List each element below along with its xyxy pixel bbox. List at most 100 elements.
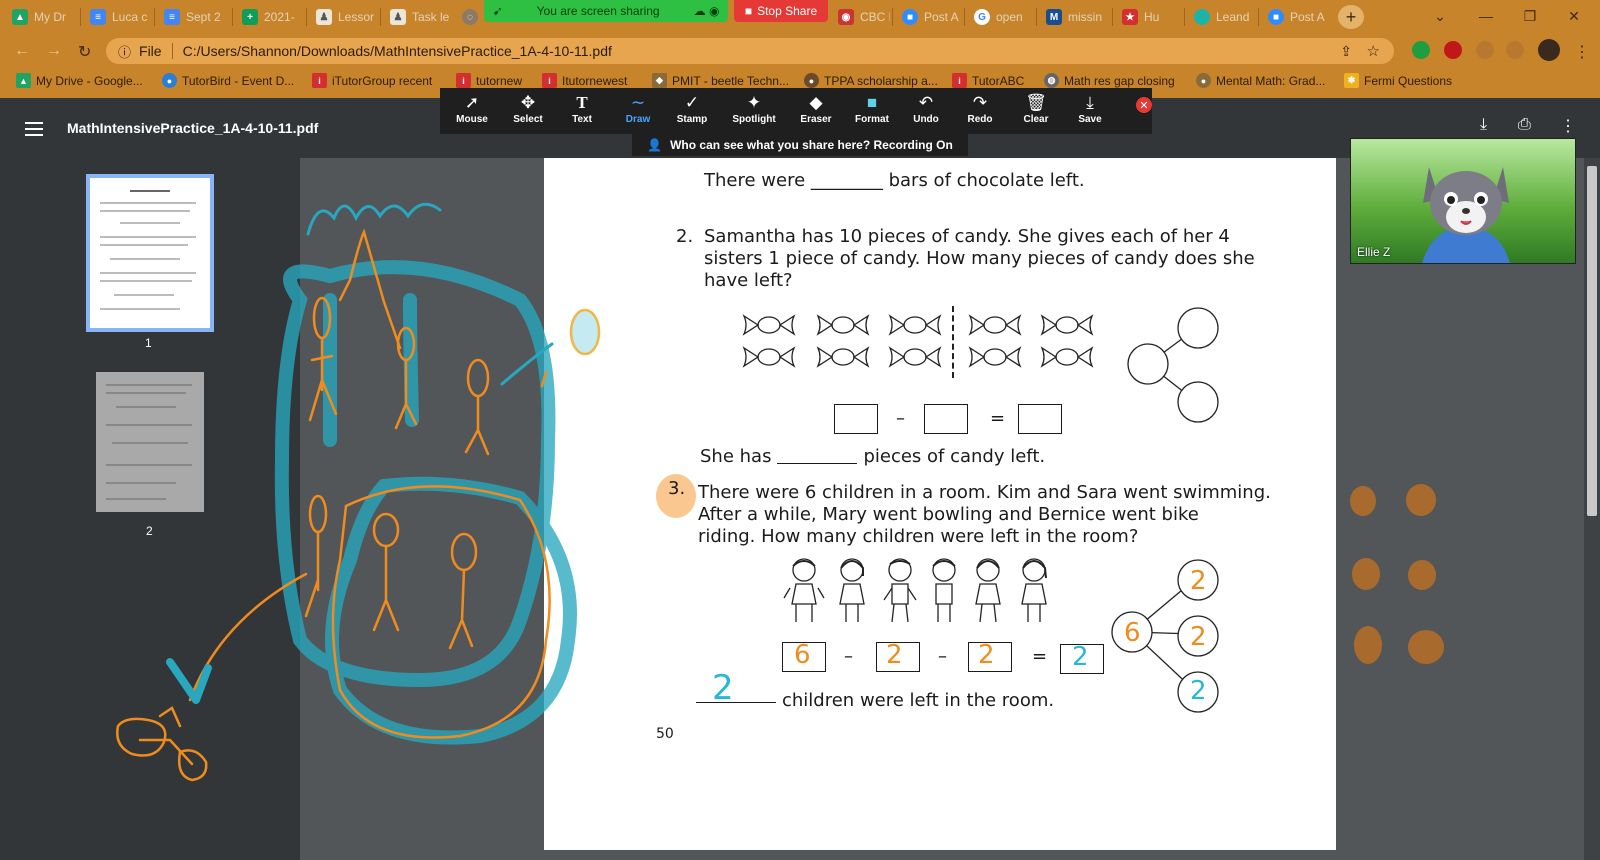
tab-search-button[interactable]: ⌄: [1418, 0, 1462, 32]
extension-icon[interactable]: [1412, 41, 1430, 59]
forward-arrow-icon[interactable]: →: [46, 42, 62, 60]
tool-text[interactable]: T Text: [556, 92, 608, 125]
star-icon: ★: [1122, 9, 1138, 25]
cbc-icon: ◉: [838, 9, 854, 25]
new-tab-button[interactable]: +: [1338, 5, 1364, 29]
drawn-dot: [1408, 630, 1444, 664]
bookmark-item[interactable]: i Itutornewest: [542, 73, 627, 88]
handwritten-answer: 2: [886, 640, 903, 670]
omnibox[interactable]: ⓘ File C:/Users/Shannon/Downloads/MathIn…: [106, 38, 1394, 64]
back-arrow-icon[interactable]: ←: [14, 42, 30, 60]
print-icon[interactable]: ⎙: [1518, 116, 1531, 134]
tab-leand[interactable]: Leand: [1188, 4, 1256, 30]
thumbnail-page-number: 1: [145, 336, 152, 350]
minimize-button[interactable]: —: [1464, 0, 1508, 32]
thumbnail-page-2[interactable]: [96, 372, 204, 512]
thumbnail-page-number: 2: [146, 524, 153, 538]
tool-undo[interactable]: ↶ Undo: [900, 92, 952, 125]
tool-redo[interactable]: ↷ Redo: [954, 92, 1006, 125]
bookmark-item[interactable]: ▲ My Drive - Google...: [16, 73, 143, 88]
participant-video[interactable]: Ellie Z: [1350, 138, 1576, 264]
menu-hamburger-icon[interactable]: [25, 122, 43, 136]
tab-open[interactable]: Gopen: [968, 4, 1034, 30]
handwritten-answer: 6: [794, 640, 811, 670]
bookmark-item[interactable]: ● TutorBird - Event D...: [162, 73, 294, 88]
tab-lesson[interactable]: ♟ Lessor: [310, 4, 378, 30]
restore-button[interactable]: ❐: [1508, 0, 1552, 32]
bookmark-item[interactable]: i tutornew: [456, 73, 522, 88]
google-docs-icon: ≡: [90, 9, 106, 25]
chevron-down-icon: ⌄: [1434, 7, 1446, 24]
bookmark-item[interactable]: ◍ Math res gap closing: [1044, 73, 1175, 88]
tab-task[interactable]: ♟ Task le: [384, 4, 454, 30]
merriam-webster-icon: M: [1046, 9, 1062, 25]
download-icon[interactable]: ⤓: [1480, 116, 1487, 134]
tab-loading[interactable]: ◌: [456, 4, 482, 30]
tab-post-a-1[interactable]: ■ Post A: [896, 4, 962, 30]
menu-kebab-icon[interactable]: ⋮: [1574, 42, 1590, 62]
recording-info-bar[interactable]: 👤 Who can see what you share here? Record…: [632, 134, 968, 156]
draw-icon: ∼: [630, 93, 646, 112]
tab-my-drive[interactable]: ▲ My Dr: [6, 4, 78, 30]
share-icon[interactable]: ⇪: [1340, 43, 1352, 60]
tab-cbc[interactable]: ◉CBC N: [832, 4, 890, 30]
drawn-dot: [1406, 484, 1436, 516]
equation-box: [834, 404, 878, 434]
stop-share-button[interactable]: ■ Stop Share: [734, 0, 828, 22]
minimize-icon: —: [1479, 8, 1493, 24]
handwritten-answer: 2: [1190, 622, 1207, 652]
child-figure-icon: [1021, 558, 1047, 622]
scrollbar-thumb[interactable]: [1587, 166, 1597, 516]
zoom-icon: ■: [1268, 9, 1284, 25]
undo-icon: ↶: [918, 93, 934, 112]
google-docs-icon: ≡: [164, 9, 180, 25]
pin-icon: ➹: [492, 4, 503, 18]
drawn-dot: [1350, 486, 1376, 516]
checkmark-icon: ✓: [684, 93, 700, 112]
bookmark-item[interactable]: ✱ Fermi Questions: [1344, 73, 1452, 88]
extension-puzzle-icon[interactable]: [1476, 41, 1494, 59]
more-options-icon[interactable]: ⋮: [1560, 116, 1576, 136]
tool-draw[interactable]: ∼ Draw: [612, 92, 664, 125]
tab-missing[interactable]: Mmissin: [1040, 4, 1110, 30]
browser-tab-bar: ▲ My Dr ≡ Luca c ≡ Sept 2 +2021- ♟ Lessor ♟ T…: [0, 0, 1600, 34]
itutor-icon: i: [952, 73, 967, 88]
spotlight-icon: ✦: [746, 93, 762, 112]
tool-mouse[interactable]: ➚ Mouse: [446, 92, 498, 125]
url-text[interactable]: C:/Users/Shannon/Downloads/MathIntensive…: [183, 43, 612, 59]
tab-post-a-2[interactable]: ■ Post A: [1262, 4, 1332, 30]
participant-name: Ellie Z: [1357, 245, 1391, 259]
tool-clear[interactable]: 🗑 Clear: [1010, 92, 1062, 125]
extension-icon-2[interactable]: [1506, 41, 1524, 59]
avatar[interactable]: [1538, 39, 1560, 61]
reload-icon[interactable]: ↻: [78, 42, 91, 62]
itutor-icon: i: [456, 73, 471, 88]
tab-luca[interactable]: ≡ Luca c: [84, 4, 152, 30]
tool-save[interactable]: ⤓ Save: [1064, 92, 1116, 125]
bookmark-item[interactable]: i TutorABC: [952, 73, 1024, 88]
tab-sept[interactable]: ≡ Sept 2: [158, 4, 230, 30]
bookmark-item[interactable]: ◆ PMIT - beetle Techn...: [652, 73, 789, 88]
thumbnail-page-1[interactable]: [86, 174, 214, 332]
question-2-text-line-1: Samantha has 10 pieces of candy. She giv…: [704, 226, 1230, 247]
question-2-text-line-3: have left?: [704, 270, 793, 291]
bookmark-star-icon[interactable]: ☆: [1367, 42, 1380, 60]
ublock-icon[interactable]: [1444, 41, 1462, 59]
bookmark-item[interactable]: ● Mental Math: Grad...: [1196, 73, 1325, 88]
bookmark-item[interactable]: i iTutorGroup recent: [312, 73, 432, 88]
tab-hu[interactable]: ★ Hu: [1116, 4, 1182, 30]
close-window-button[interactable]: ✕: [1552, 0, 1596, 32]
tool-select[interactable]: ✥ Select: [502, 92, 554, 125]
close-annotation-button[interactable]: ✕: [1136, 97, 1152, 113]
bookmark-item[interactable]: ● TPPA scholarship a...: [804, 73, 938, 88]
candy-icon: [888, 314, 942, 336]
itutor-icon: i: [312, 73, 327, 88]
candy-icon: [816, 346, 870, 368]
tool-eraser[interactable]: ◆ Eraser: [790, 92, 842, 125]
tool-spotlight[interactable]: ✦ Spotlight: [728, 92, 780, 125]
tab-2021[interactable]: +2021-: [236, 4, 304, 30]
tool-stamp[interactable]: ✓ Stamp: [666, 92, 718, 125]
tool-format[interactable]: ■ Format: [846, 92, 898, 125]
format-icon: ■: [866, 93, 878, 112]
info-icon: ⓘ: [118, 44, 132, 60]
